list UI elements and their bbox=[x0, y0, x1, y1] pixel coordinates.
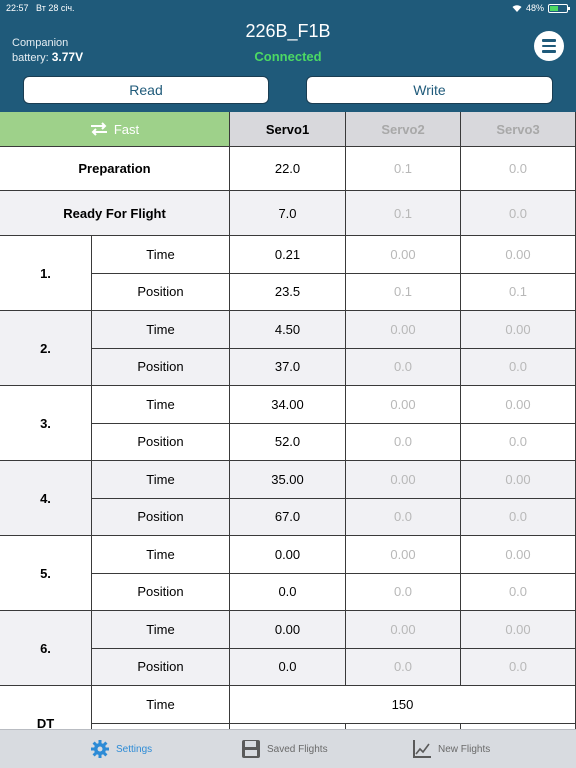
step-time-servo1[interactable]: 34.00 bbox=[230, 386, 346, 424]
servo3-header[interactable]: Servo3 bbox=[461, 112, 576, 147]
fast-label: Fast bbox=[113, 121, 140, 137]
step-position-servo1[interactable]: 52.0 bbox=[230, 423, 346, 461]
menu-button[interactable] bbox=[534, 31, 564, 61]
battery-percent: 48% bbox=[525, 3, 544, 13]
step-position-servo2[interactable]: 0.0 bbox=[346, 573, 461, 611]
step-position-servo3[interactable]: 0.0 bbox=[461, 648, 576, 686]
step-position-servo3[interactable]: 0.0 bbox=[461, 498, 576, 536]
status-right: 48% bbox=[512, 3, 570, 13]
step-position-servo1[interactable]: 23.5 bbox=[230, 273, 346, 311]
step-label: 1. bbox=[0, 236, 92, 311]
tab-new-flights-label: New Flights bbox=[438, 743, 491, 755]
time-label: Time bbox=[92, 236, 230, 274]
wifi-icon bbox=[512, 5, 522, 12]
chart-icon bbox=[413, 740, 431, 758]
dt-time-label: Time bbox=[92, 686, 230, 724]
step-position-servo1[interactable]: 37.0 bbox=[230, 348, 346, 386]
time-label: Time bbox=[92, 536, 230, 574]
step-label: 5. bbox=[0, 536, 92, 611]
connection-status: Connected bbox=[254, 49, 322, 64]
tab-bar: Settings Saved Flights New Flights bbox=[0, 729, 576, 768]
step-position-servo3[interactable]: 0.0 bbox=[461, 348, 576, 386]
step-position-servo2[interactable]: 0.0 bbox=[346, 348, 461, 386]
step-time-servo3[interactable]: 0.00 bbox=[461, 536, 576, 574]
step-time-servo1[interactable]: 0.21 bbox=[230, 236, 346, 274]
menu-icon-bar bbox=[542, 44, 556, 48]
swap-arrows-icon bbox=[90, 122, 107, 136]
step-position-servo2[interactable]: 0.1 bbox=[346, 273, 461, 311]
fast-mode-toggle[interactable]: Fast bbox=[0, 112, 230, 147]
step-label: 6. bbox=[0, 611, 92, 686]
step-time-servo1[interactable]: 0.00 bbox=[230, 611, 346, 649]
step-position-servo2[interactable]: 0.0 bbox=[346, 648, 461, 686]
time-label: Time bbox=[92, 386, 230, 424]
step-position-servo1[interactable]: 0.0 bbox=[230, 648, 346, 686]
position-label: Position bbox=[92, 273, 230, 311]
battery-icon bbox=[548, 3, 570, 13]
step-label: 4. bbox=[0, 461, 92, 536]
step-time-servo3[interactable]: 0.00 bbox=[461, 461, 576, 499]
time-label: Time bbox=[92, 461, 230, 499]
tab-settings[interactable]: Settings bbox=[90, 736, 152, 762]
step-label: 3. bbox=[0, 386, 92, 461]
tab-saved-flights[interactable]: Saved Flights bbox=[241, 736, 328, 762]
step-position-servo3[interactable]: 0.0 bbox=[461, 423, 576, 461]
step-time-servo3[interactable]: 0.00 bbox=[461, 236, 576, 274]
step-time-servo3[interactable]: 0.00 bbox=[461, 611, 576, 649]
step-time-servo2[interactable]: 0.00 bbox=[346, 536, 461, 574]
ready-label: Ready For Flight bbox=[0, 191, 230, 236]
preparation-label: Preparation bbox=[0, 147, 230, 191]
step-position-servo3[interactable]: 0.1 bbox=[461, 273, 576, 311]
step-position-servo1[interactable]: 0.0 bbox=[230, 573, 346, 611]
device-title: 226B_F1B bbox=[245, 21, 331, 41]
position-label: Position bbox=[92, 573, 230, 611]
status-bar: 22:57 Вт 28 січ. 48% bbox=[0, 0, 576, 16]
step-time-servo1[interactable]: 0.00 bbox=[230, 536, 346, 574]
menu-icon-bar bbox=[542, 50, 556, 53]
step-time-servo1[interactable]: 35.00 bbox=[230, 461, 346, 499]
step-position-servo2[interactable]: 0.0 bbox=[346, 423, 461, 461]
status-time: 22:57 bbox=[6, 3, 29, 13]
step-time-servo3[interactable]: 0.00 bbox=[461, 386, 576, 424]
step-position-servo3[interactable]: 0.0 bbox=[461, 573, 576, 611]
step-position-servo2[interactable]: 0.0 bbox=[346, 498, 461, 536]
step-position-servo1[interactable]: 67.0 bbox=[230, 498, 346, 536]
step-time-servo2[interactable]: 0.00 bbox=[346, 386, 461, 424]
position-label: Position bbox=[92, 498, 230, 536]
ready-servo1[interactable]: 7.0 bbox=[230, 191, 346, 236]
step-time-servo3[interactable]: 0.00 bbox=[461, 311, 576, 349]
position-label: Position bbox=[92, 348, 230, 386]
servo1-header[interactable]: Servo1 bbox=[230, 112, 346, 147]
tab-settings-label: Settings bbox=[116, 743, 153, 755]
time-label: Time bbox=[92, 611, 230, 649]
menu-icon bbox=[542, 39, 556, 42]
time-label: Time bbox=[92, 311, 230, 349]
dt-time-value[interactable]: 150 bbox=[230, 686, 576, 724]
status-date: Вт 28 січ. bbox=[36, 3, 75, 13]
step-time-servo2[interactable]: 0.00 bbox=[346, 311, 461, 349]
step-time-servo2[interactable]: 0.00 bbox=[346, 236, 461, 274]
tab-new-flights[interactable]: New Flights bbox=[412, 736, 490, 762]
ready-servo3[interactable]: 0.0 bbox=[461, 191, 576, 236]
step-time-servo2[interactable]: 0.00 bbox=[346, 611, 461, 649]
servo2-header[interactable]: Servo2 bbox=[346, 112, 461, 147]
preparation-servo2[interactable]: 0.1 bbox=[346, 147, 461, 191]
position-label: Position bbox=[92, 423, 230, 461]
preparation-servo1[interactable]: 22.0 bbox=[230, 147, 346, 191]
step-time-servo1[interactable]: 4.50 bbox=[230, 311, 346, 349]
save-icon bbox=[242, 740, 260, 758]
gear-icon bbox=[91, 740, 109, 758]
step-label: 2. bbox=[0, 311, 92, 386]
step-time-servo2[interactable]: 0.00 bbox=[346, 461, 461, 499]
ready-servo2[interactable]: 0.1 bbox=[346, 191, 461, 236]
position-label: Position bbox=[92, 648, 230, 686]
write-button[interactable]: Write bbox=[306, 76, 553, 104]
tab-saved-flights-label: Saved Flights bbox=[267, 743, 328, 755]
app-header: 22:57 Вт 28 січ. 48% Companion battery: … bbox=[0, 0, 576, 112]
read-button[interactable]: Read bbox=[23, 76, 269, 104]
preparation-servo3[interactable]: 0.0 bbox=[461, 147, 576, 191]
